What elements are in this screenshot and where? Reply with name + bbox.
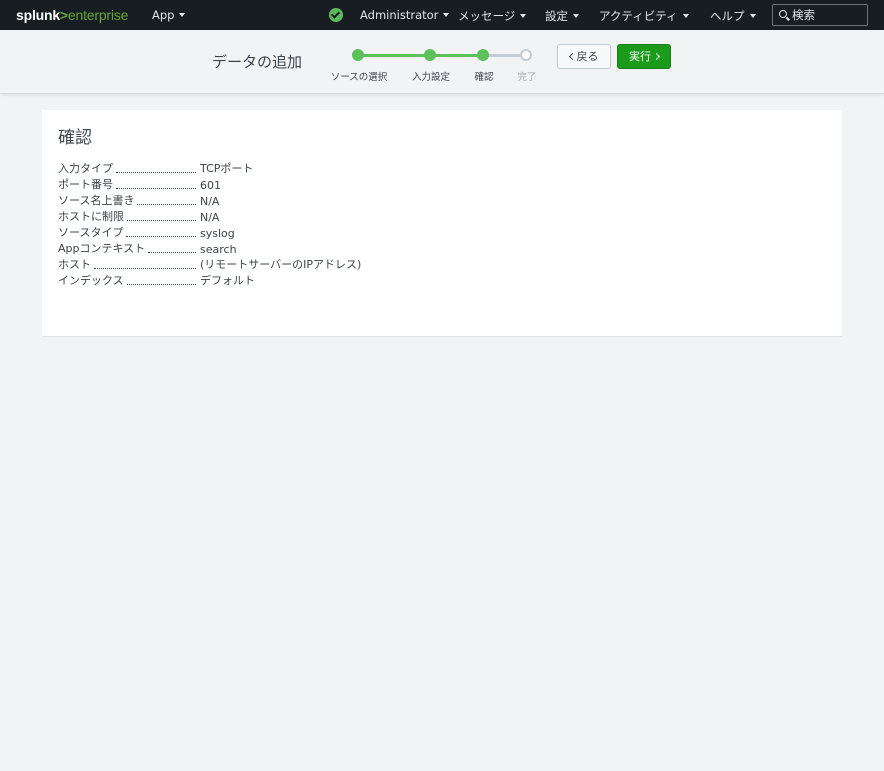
add-data-wizard-bar: データの追加 ソースの選択 入力設定 確認 完了 戻る 実行 bbox=[0, 30, 884, 94]
search-box[interactable] bbox=[772, 4, 868, 26]
dotted-leader bbox=[127, 220, 196, 221]
step-label-done: 完了 bbox=[517, 72, 537, 83]
step-label-review: 確認 bbox=[474, 72, 494, 83]
review-row-app-context: Appコンテキスト search bbox=[58, 240, 458, 256]
search-icon bbox=[779, 10, 787, 18]
caret-down-icon bbox=[573, 13, 579, 18]
user-menu-label: Administrator bbox=[360, 8, 439, 22]
submit-button[interactable]: 実行 bbox=[617, 44, 671, 69]
submit-button-label: 実行 bbox=[629, 50, 651, 63]
review-row-sourcetype: ソースタイプ syslog bbox=[58, 224, 458, 240]
caret-down-icon bbox=[682, 13, 689, 18]
step-label-input-settings: 入力設定 bbox=[411, 72, 451, 83]
row-value: 601 bbox=[200, 179, 221, 192]
row-label: ソース名上書き bbox=[58, 194, 135, 207]
dotted-leader bbox=[116, 172, 196, 173]
caret-down-icon bbox=[749, 13, 756, 18]
messages-menu-label: メッセージ bbox=[458, 9, 516, 23]
review-title: 確認 bbox=[58, 128, 92, 148]
back-button[interactable]: 戻る bbox=[557, 44, 611, 69]
dotted-leader bbox=[94, 268, 196, 269]
top-navbar: splunk>enterprise App Administrator メッセー… bbox=[0, 0, 884, 30]
help-menu-label: ヘルプ bbox=[710, 9, 745, 23]
caret-down-icon bbox=[520, 13, 527, 18]
logo-sub: enterprise bbox=[67, 7, 129, 23]
row-value: TCPポート bbox=[200, 162, 254, 175]
review-list: 入力タイプ TCPポート ポート番号 601 ソース名上書き N/A ホストに制… bbox=[58, 160, 458, 288]
row-label: ホストに制限 bbox=[58, 210, 124, 223]
logo-separator: > bbox=[59, 7, 68, 23]
settings-menu[interactable]: 設定 bbox=[545, 8, 579, 24]
review-row-source-override: ソース名上書き N/A bbox=[58, 192, 458, 208]
row-value: syslog bbox=[200, 227, 235, 240]
app-menu[interactable]: App bbox=[152, 8, 186, 22]
step-dot-source bbox=[352, 49, 364, 61]
step-label-source: ソースの選択 bbox=[330, 72, 388, 83]
dotted-leader bbox=[116, 188, 196, 189]
review-panel: 確認 入力タイプ TCPポート ポート番号 601 ソース名上書き N/A ホス… bbox=[42, 110, 842, 337]
row-value: N/A bbox=[200, 195, 220, 208]
row-value: デフォルト bbox=[200, 274, 255, 287]
dotted-leader bbox=[137, 204, 196, 205]
activity-menu[interactable]: アクティビティ bbox=[599, 8, 689, 24]
step-dot-review bbox=[477, 49, 489, 61]
back-button-label: 戻る bbox=[576, 50, 599, 63]
splunk-logo[interactable]: splunk>enterprise bbox=[16, 7, 128, 23]
row-value: search bbox=[200, 243, 237, 256]
dotted-leader bbox=[148, 252, 196, 253]
app-menu-label: App bbox=[152, 8, 175, 22]
settings-menu-label: 設定 bbox=[545, 9, 568, 23]
dotted-leader bbox=[126, 236, 196, 237]
row-value: (リモートサーバーのIPアドレス) bbox=[200, 258, 362, 271]
dotted-leader bbox=[126, 284, 196, 285]
review-row-input-type: 入力タイプ TCPポート bbox=[58, 160, 458, 176]
review-row-index: インデックス デフォルト bbox=[58, 272, 458, 288]
row-label: 入力タイプ bbox=[58, 162, 113, 175]
row-label: Appコンテキスト bbox=[58, 242, 146, 255]
row-label: ポート番号 bbox=[58, 178, 113, 191]
caret-down-icon bbox=[179, 12, 186, 17]
search-input[interactable] bbox=[792, 8, 864, 22]
review-row-host: ホスト (リモートサーバーのIPアドレス) bbox=[58, 256, 458, 272]
review-row-port: ポート番号 601 bbox=[58, 176, 458, 192]
step-dot-input-settings bbox=[424, 49, 436, 61]
logo-main: splunk bbox=[16, 7, 60, 23]
chevron-right-icon bbox=[652, 52, 661, 60]
row-label: インデックス bbox=[58, 274, 124, 287]
step-dot-done bbox=[520, 49, 532, 61]
row-label: ソースタイプ bbox=[58, 226, 124, 239]
messages-menu[interactable]: メッセージ bbox=[458, 8, 527, 24]
row-value: N/A bbox=[200, 211, 220, 224]
caret-down-icon bbox=[443, 12, 450, 17]
activity-menu-label: アクティビティ bbox=[599, 9, 678, 23]
user-menu[interactable]: Administrator bbox=[360, 8, 450, 22]
wizard-title: データの追加 bbox=[212, 53, 303, 71]
progress-track-complete bbox=[358, 54, 483, 57]
help-menu[interactable]: ヘルプ bbox=[710, 8, 756, 24]
review-row-host-restrict: ホストに制限 N/A bbox=[58, 208, 458, 224]
chevron-left-icon bbox=[568, 52, 576, 60]
health-status-check-icon[interactable] bbox=[329, 8, 343, 22]
row-label: ホスト bbox=[58, 258, 91, 271]
